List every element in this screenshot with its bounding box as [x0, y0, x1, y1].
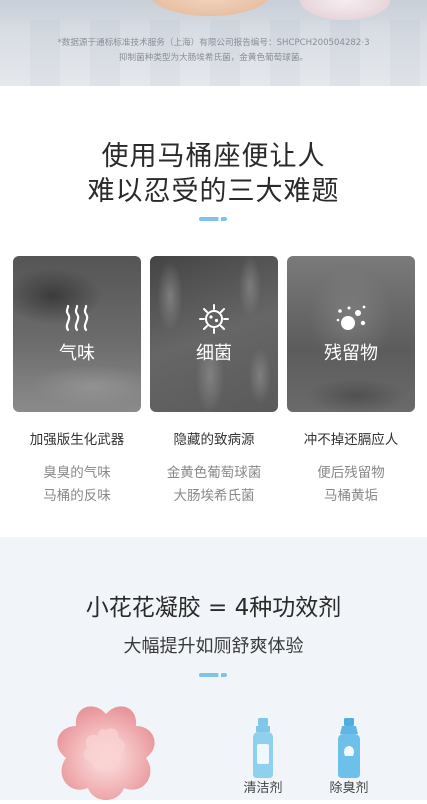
product-image-fragment-2 — [300, 0, 390, 20]
card-subtext: 马桶的反味 — [43, 488, 111, 504]
footnote-line-1: *数据源于通标标准技术服务（上海）有限公司报告编号：SHCPCH20050428… — [57, 38, 370, 48]
section1-title: 使用马桶座便让人 难以忍受的三大难题 — [0, 139, 427, 209]
section1-title-line1: 使用马桶座便让人 — [101, 141, 326, 172]
deodorant-bottle-icon — [334, 718, 364, 778]
section1-title-line2: 难以忍受的三大难题 — [87, 176, 340, 207]
section-divider — [199, 673, 227, 677]
card-subtext: 便后残留物 — [317, 465, 385, 481]
top-banner-image: *数据源于通标标准技术服务（上海）有限公司报告编号：SHCPCH20050428… — [0, 0, 427, 86]
card-subtext: 大肠埃希氏菌 — [173, 488, 255, 504]
card-heading: 加强版生化武器 — [29, 432, 125, 448]
card-subtext: 金黄色葡萄球菌 — [166, 465, 262, 481]
card-subtext: 马桶黄垢 — [324, 488, 378, 504]
card-image-label: 细菌 — [196, 343, 232, 364]
card-heading: 冲不掉还膈应人 — [303, 432, 399, 448]
section-divider — [199, 217, 227, 221]
odor-waves-icon — [13, 302, 141, 336]
problem-card-germs: 细菌 — [150, 256, 278, 412]
footnote-line-2: 抑制菌种类型为大肠埃希氏菌，金黄色葡萄球菌。 — [118, 53, 309, 63]
problem-card-odor: 气味 — [13, 256, 141, 412]
data-source-footnote: *数据源于通标标准技术服务（上海）有限公司报告编号：SHCPCH20050428… — [10, 36, 417, 66]
residue-particles-icon — [287, 302, 415, 336]
card-image-label: 残留物 — [324, 343, 378, 364]
card-image-label: 气味 — [59, 343, 95, 364]
product-image-fragment — [150, 0, 270, 16]
cleaner-bottle-icon — [248, 718, 278, 778]
section2-title: 小花花凝胶 = 4种功效剂 — [85, 595, 342, 621]
card-heading: 隐藏的致病源 — [173, 432, 255, 448]
germ-icon — [150, 302, 278, 336]
card-subtext: 臭臭的气味 — [43, 465, 111, 481]
cleaner-label: 清洁剂 — [243, 781, 283, 796]
problem-card-residue: 残留物 — [287, 256, 415, 412]
flower-gel-image — [46, 696, 166, 800]
section2-subtitle: 大幅提升如厕舒爽体验 — [123, 636, 304, 657]
deodorant-label: 除臭剂 — [329, 781, 369, 796]
